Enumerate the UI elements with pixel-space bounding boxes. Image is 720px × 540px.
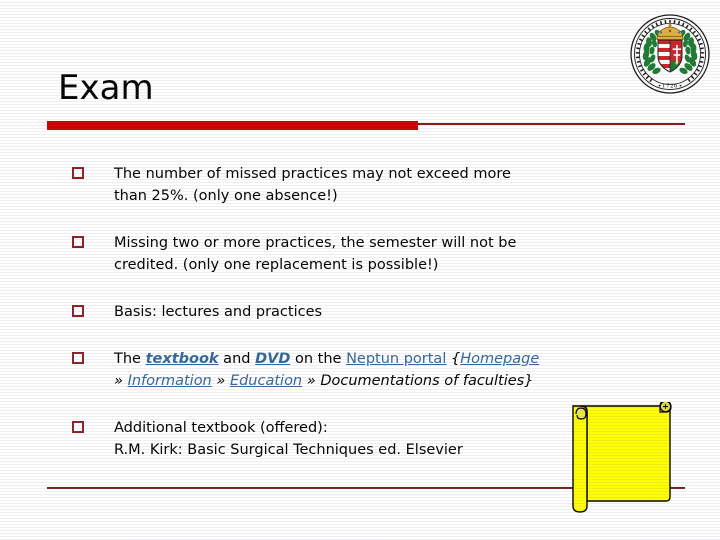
list-item: The textbook and DVD on the Neptun porta…: [72, 348, 672, 392]
square-bullet-icon: [72, 305, 84, 317]
breadcrumb-separator-2: »: [211, 373, 230, 389]
square-bullet-icon: [72, 352, 84, 364]
bullet-1-line-1: The number of missed practices may not e…: [114, 166, 511, 182]
yellow-scroll-shape: [563, 400, 678, 514]
title-accent-line: [418, 123, 685, 125]
bullet-3-line-1: Basis: lectures and practices: [114, 304, 323, 320]
square-bullet-icon: [72, 167, 84, 179]
link-information[interactable]: Information: [128, 373, 212, 389]
text-documentations-of-faculties: Documentations of faculties}: [320, 373, 534, 389]
slide-canvas: 1726 Exam The number of missed practices…: [0, 0, 720, 540]
breadcrumb-separator-1: »: [114, 373, 128, 389]
link-textbook[interactable]: textbook: [146, 351, 219, 367]
square-bullet-icon: [72, 421, 84, 433]
text-on-the: on the: [290, 351, 347, 367]
link-neptun-portal[interactable]: Neptun portal: [346, 351, 446, 367]
seal-year-text: 1726: [662, 84, 678, 90]
university-of-pecs-seal-logo: 1726: [628, 12, 712, 96]
link-dvd[interactable]: DVD: [255, 351, 290, 367]
bullet-1-line-2: than 25%. (only one absence!): [114, 188, 338, 204]
list-item: Missing two or more practices, the semes…: [72, 232, 672, 276]
list-item-text: The number of missed practices may not e…: [114, 163, 672, 207]
scroll-body: [580, 405, 671, 502]
bullet-2-line-2: credited. (only one replacement is possi…: [114, 257, 439, 273]
text-and: and: [218, 351, 256, 367]
square-bullet-icon: [72, 236, 84, 248]
list-item: The number of missed practices may not e…: [72, 163, 672, 207]
scroll-left-curl: [575, 407, 587, 420]
text-the: The: [114, 351, 146, 367]
scroll-left-roll: [572, 405, 588, 513]
bullet-4-line-2: » Information » Education » Documentatio…: [114, 370, 672, 392]
link-education[interactable]: Education: [230, 373, 302, 389]
bullet-2-line-1: Missing two or more practices, the semes…: [114, 235, 517, 251]
list-item-text: The textbook and DVD on the Neptun porta…: [114, 348, 672, 392]
bullet-4-line-1: The textbook and DVD on the Neptun porta…: [114, 348, 672, 370]
title-accent-bar: [47, 121, 418, 130]
link-homepage[interactable]: Homepage: [460, 351, 539, 367]
slide-title: Exam: [58, 68, 154, 108]
text-open-brace: {: [446, 351, 461, 367]
list-item-text: Basis: lectures and practices: [114, 301, 672, 323]
list-item-text: Missing two or more practices, the semes…: [114, 232, 672, 276]
list-item: Basis: lectures and practices: [72, 301, 672, 323]
breadcrumb-separator-3: »: [302, 373, 321, 389]
